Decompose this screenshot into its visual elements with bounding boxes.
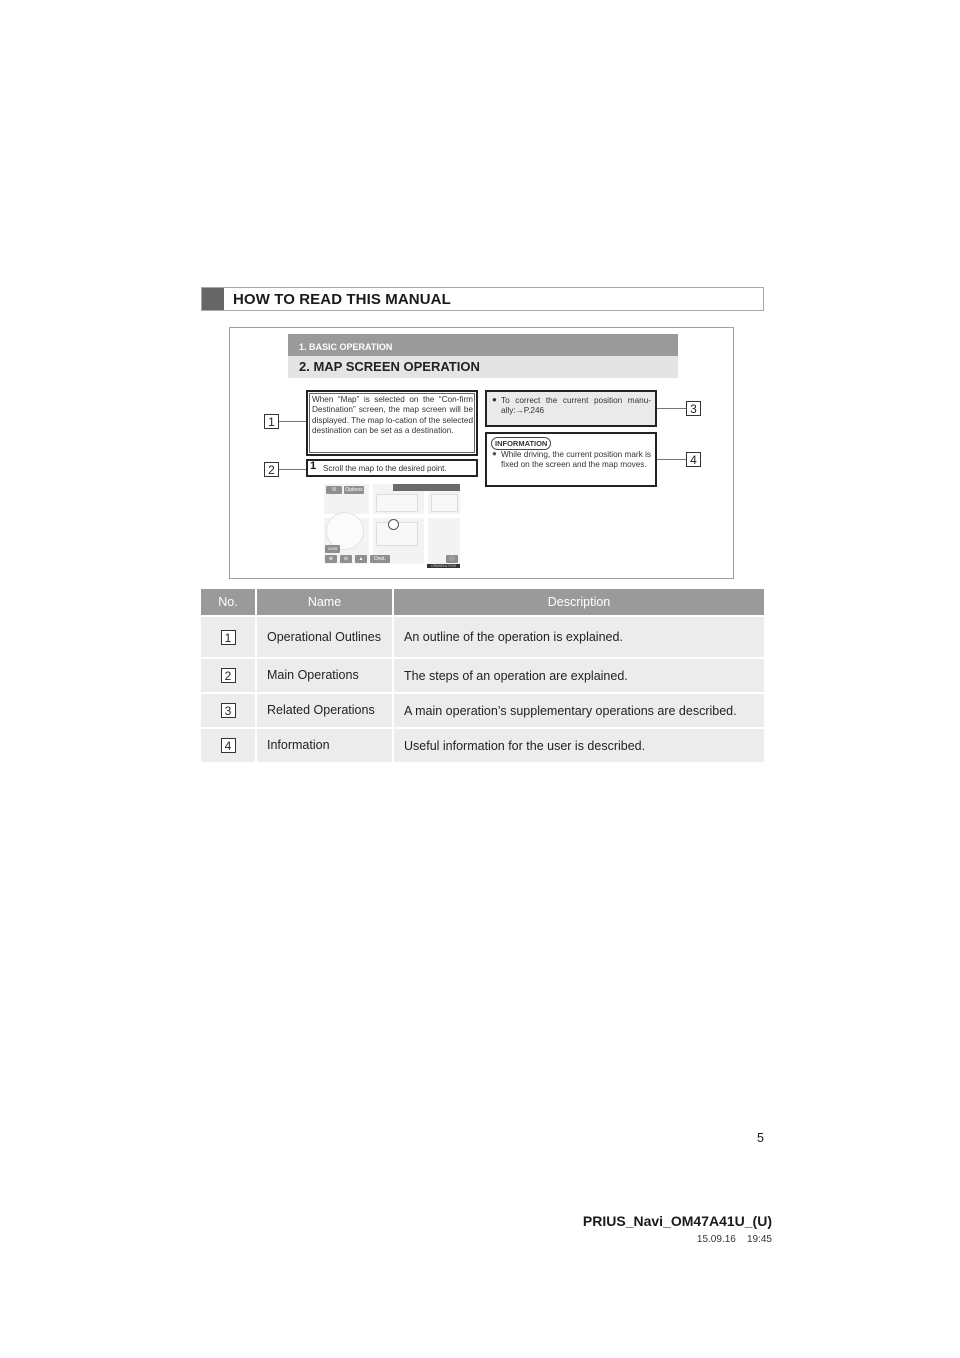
callout-4-leader [657, 459, 686, 460]
zoom-out-button: ⊖ [340, 555, 352, 563]
sample-subsection-label: 1. BASIC OPERATION [299, 342, 393, 352]
table-row: 1 Operational Outlines An outline of the… [201, 615, 764, 658]
zoom-in-button: ⊕ [325, 555, 337, 563]
map-road [369, 484, 373, 564]
sample-title: 2. MAP SCREEN OPERATION [299, 359, 480, 374]
callout-1-badge: 1 [220, 629, 236, 645]
related-operations-text: To correct the current position manu-all… [501, 396, 651, 416]
callout-4-badge: 4 [220, 738, 236, 754]
document-date: 15.09.16 [696, 1234, 736, 1245]
map-screen-image: N Options 200ft ⊕ ⊖ ▲ Dest. ⓘ [324, 484, 460, 564]
table-row: 3 Related Operations A main operation’s … [201, 692, 764, 728]
callout-3: 3 [686, 401, 701, 416]
section-title: HOW TO READ THIS MANUAL [233, 291, 451, 308]
options-button: Options [344, 486, 364, 494]
document-time: 19:45 [746, 1234, 772, 1245]
section-header: HOW TO READ THIS MANUAL [201, 287, 764, 311]
table-row: 4 Information Useful information for the… [201, 727, 764, 762]
row-description: The steps of an operation are explained. [392, 657, 764, 693]
table-header-row: No. Name Description [201, 589, 764, 616]
map-status-bar [393, 484, 460, 491]
map-block [376, 494, 418, 512]
step-number: 1 [310, 460, 317, 472]
info-button: ⓘ [446, 555, 458, 563]
operational-outline-text: When “Map” is selected on the “Con-firm … [312, 395, 473, 436]
row-number-cell: 2 [201, 657, 256, 693]
north-up-button: N [326, 486, 342, 494]
dest-button: Dest. [370, 555, 390, 563]
bullet-icon: ● [492, 395, 497, 404]
row-description: A main operation’s supplementary operati… [392, 692, 764, 728]
bullet-icon: ● [492, 449, 497, 458]
row-name: Operational Outlines [255, 615, 393, 658]
row-name: Main Operations [255, 657, 393, 693]
header-no: No. [201, 589, 256, 616]
header-name: Name [255, 589, 393, 616]
row-description: Useful information for the user is descr… [392, 727, 764, 762]
callout-1-leader [279, 421, 306, 422]
row-number-cell: 4 [201, 727, 256, 762]
table-row: 2 Main Operations The steps of an operat… [201, 657, 764, 693]
callout-3-badge: 3 [220, 703, 236, 719]
callout-2-badge: 2 [220, 668, 236, 684]
row-name: Related Operations [255, 692, 393, 728]
callout-2: 2 [264, 462, 279, 477]
map-block [431, 494, 458, 512]
current-position-icon [388, 519, 399, 530]
document-id: PRIUS_Navi_OM47A41U_(U) [582, 1213, 772, 1229]
map-scale: 200ft [325, 545, 340, 553]
legend-table: No. Name Description 1 Operational Outli… [201, 589, 764, 762]
sample-title-bar: 2. MAP SCREEN OPERATION [288, 356, 678, 378]
information-label: INFORMATION [491, 437, 552, 450]
callout-4: 4 [686, 452, 701, 467]
map-mode-button: ▲ [355, 555, 367, 563]
step-text: Scroll the map to the desired point. [323, 464, 447, 473]
callout-3-leader [657, 408, 686, 409]
information-text: While driving, the current position mark… [501, 450, 651, 470]
sample-subsection-bar: 1. BASIC OPERATION [288, 334, 678, 356]
row-number-cell: 3 [201, 692, 256, 728]
page-number: 5 [757, 1131, 764, 1145]
row-description: An outline of the operation is explained… [392, 615, 764, 658]
row-number-cell: 1 [201, 615, 256, 658]
row-name: Information [255, 727, 393, 762]
callout-2-leader [279, 469, 306, 470]
header-description: Description [392, 589, 764, 616]
document-timestamp: 15.09.16 19:45 [697, 1234, 772, 1245]
map-image-id: CRM0ENLTK05 [427, 564, 460, 568]
section-header-tab [202, 288, 224, 310]
map-road [424, 484, 428, 564]
callout-1: 1 [264, 414, 279, 429]
